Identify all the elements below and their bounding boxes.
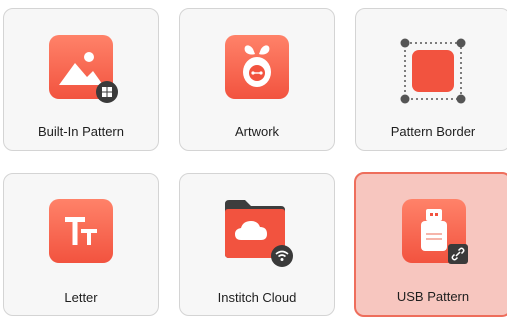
- pattern-border-icon: [400, 38, 466, 104]
- windows-icon: [96, 81, 118, 103]
- artwork-icon: [225, 35, 289, 99]
- link-icon: [448, 244, 468, 264]
- tile-pattern-border[interactable]: Pattern Border: [355, 8, 507, 151]
- tile-built-in-pattern[interactable]: Built-In Pattern: [3, 8, 159, 151]
- tile-label: Institch Cloud: [217, 290, 297, 305]
- tile-letter[interactable]: Letter: [3, 173, 159, 316]
- tile-label: Artwork: [234, 124, 280, 139]
- tile-label: USB Pattern: [396, 289, 470, 304]
- tile-label: Pattern Border: [390, 124, 476, 139]
- tile-label: Built-In Pattern: [38, 124, 124, 139]
- letter-icon: [49, 199, 113, 263]
- tile-institch-cloud[interactable]: Institch Cloud: [179, 173, 335, 316]
- tile-artwork[interactable]: Artwork: [179, 8, 335, 151]
- tile-label: Letter: [64, 290, 98, 305]
- tile-usb-pattern[interactable]: USB Pattern: [354, 172, 507, 317]
- wifi-icon: [271, 245, 293, 267]
